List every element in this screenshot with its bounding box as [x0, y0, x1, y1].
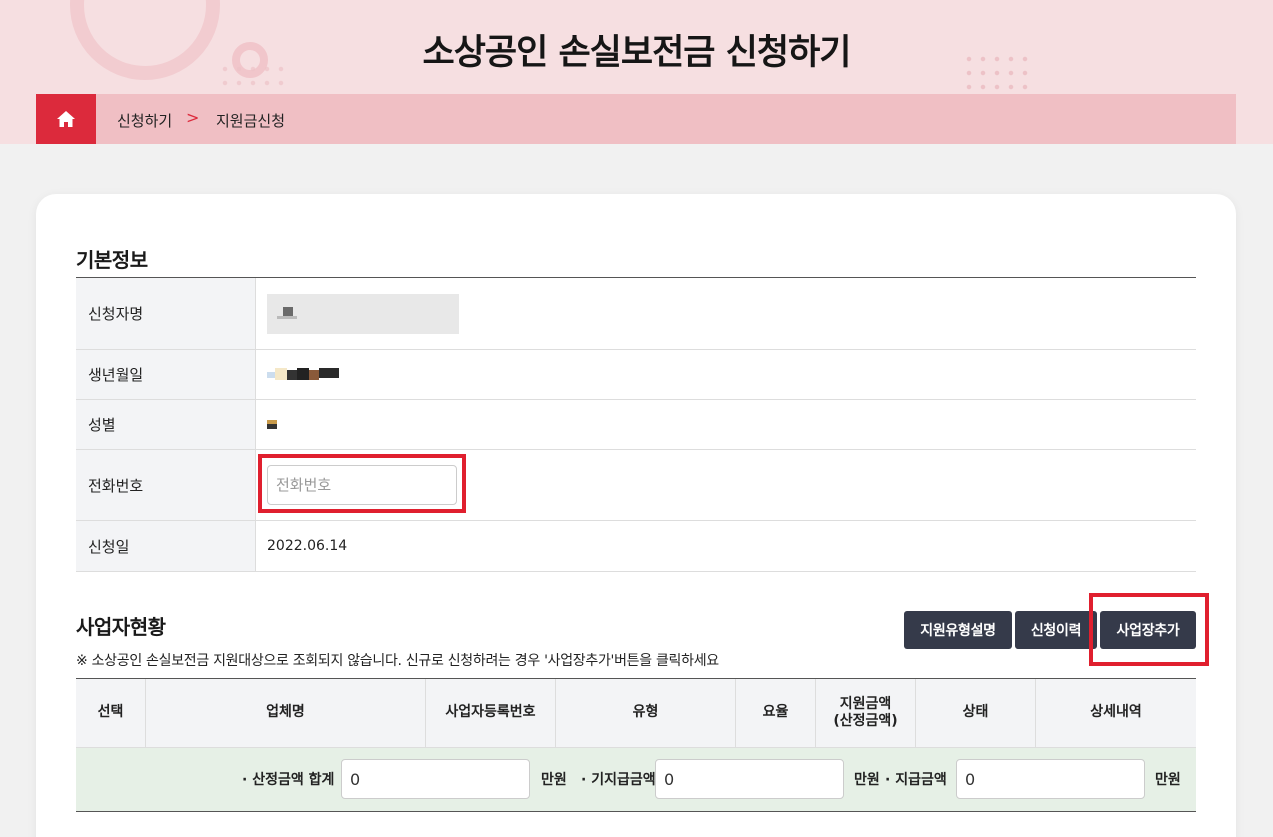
- calc-total-label: · 산정금액 합계: [242, 772, 335, 788]
- row-gender: 성별: [76, 400, 1196, 450]
- col-status: 상태: [916, 679, 1036, 747]
- calc-total-input[interactable]: [341, 759, 530, 799]
- page-title: 소상공인 손실보전금 신청하기: [422, 33, 852, 73]
- col-type: 유형: [556, 679, 736, 747]
- basic-info-table: 신청자명 생년월일 성별 전화번호 전화번호 신청일 2022.06.14: [76, 277, 1196, 572]
- paid-label: · 기지급금액: [581, 772, 656, 788]
- business-title: 사업자현황: [76, 615, 166, 639]
- notice-text: ※ 소상공인 손실보전금 지원대상으로 조회되지 않습니다. 신규로 신청하려는…: [76, 653, 719, 669]
- col-amount: 지원금액 (산정금액): [816, 679, 916, 747]
- col-rate: 요율: [736, 679, 816, 747]
- unit-label: 만원: [854, 772, 880, 788]
- birth-label: 생년월일: [76, 350, 256, 399]
- pay-label: · 지급금액: [885, 772, 947, 788]
- basic-info-title: 기본정보: [76, 248, 148, 272]
- phone-label: 전화번호: [76, 450, 256, 520]
- date-label: 신청일: [76, 521, 256, 571]
- col-select: 선택: [76, 679, 146, 747]
- unit-label: 만원: [541, 772, 567, 788]
- breadcrumb: 신청하기 > 지원금신청: [36, 94, 1236, 144]
- highlight-phone: [258, 454, 466, 513]
- masked-name: [267, 293, 459, 334]
- gender-label: 성별: [76, 400, 256, 449]
- table-header: 선택 업체명 사업자등록번호 유형 요율 지원금액 (산정금액) 상태 상세내역: [76, 679, 1196, 748]
- business-table: 선택 업체명 사업자등록번호 유형 요율 지원금액 (산정금액) 상태 상세내역…: [76, 678, 1196, 812]
- masked-birthdate: [267, 367, 339, 382]
- highlight-add-business: [1089, 593, 1209, 666]
- application-history-button[interactable]: 신청이력: [1015, 611, 1097, 649]
- row-birth: 생년월일: [76, 350, 1196, 400]
- home-button[interactable]: [36, 94, 96, 144]
- application-card: 기본정보 신청자명 생년월일 성별 전화번호 전화번호 신청일 2022.06.…: [36, 194, 1236, 837]
- summary-row: · 산정금액 합계 만원 · 기지급금액 만원 · 지급금액 만원: [76, 748, 1196, 812]
- col-company: 업체명: [146, 679, 426, 747]
- name-label: 신청자명: [76, 278, 256, 349]
- chevron-right-icon: >: [186, 108, 200, 127]
- row-date: 신청일 2022.06.14: [76, 521, 1196, 572]
- row-phone: 전화번호: [76, 450, 1196, 521]
- masked-gender: [267, 419, 277, 430]
- col-biz-number: 사업자등록번호: [426, 679, 556, 747]
- date-value: 2022.06.14: [267, 538, 348, 554]
- col-detail: 상세내역: [1090, 704, 1142, 721]
- unit-label: 만원: [1155, 772, 1181, 788]
- home-icon: [57, 111, 75, 127]
- pay-amount-input[interactable]: [956, 759, 1145, 799]
- page-header: 소상공인 손실보전금 신청하기 신청하기 > 지원금신청: [0, 0, 1273, 144]
- breadcrumb-item-apply[interactable]: 신청하기: [117, 110, 172, 131]
- paid-amount-input[interactable]: [655, 759, 844, 799]
- breadcrumb-item-support[interactable]: 지원금신청: [216, 110, 285, 131]
- support-type-guide-button[interactable]: 지원유형설명: [904, 611, 1012, 649]
- row-name: 신청자명: [76, 278, 1196, 350]
